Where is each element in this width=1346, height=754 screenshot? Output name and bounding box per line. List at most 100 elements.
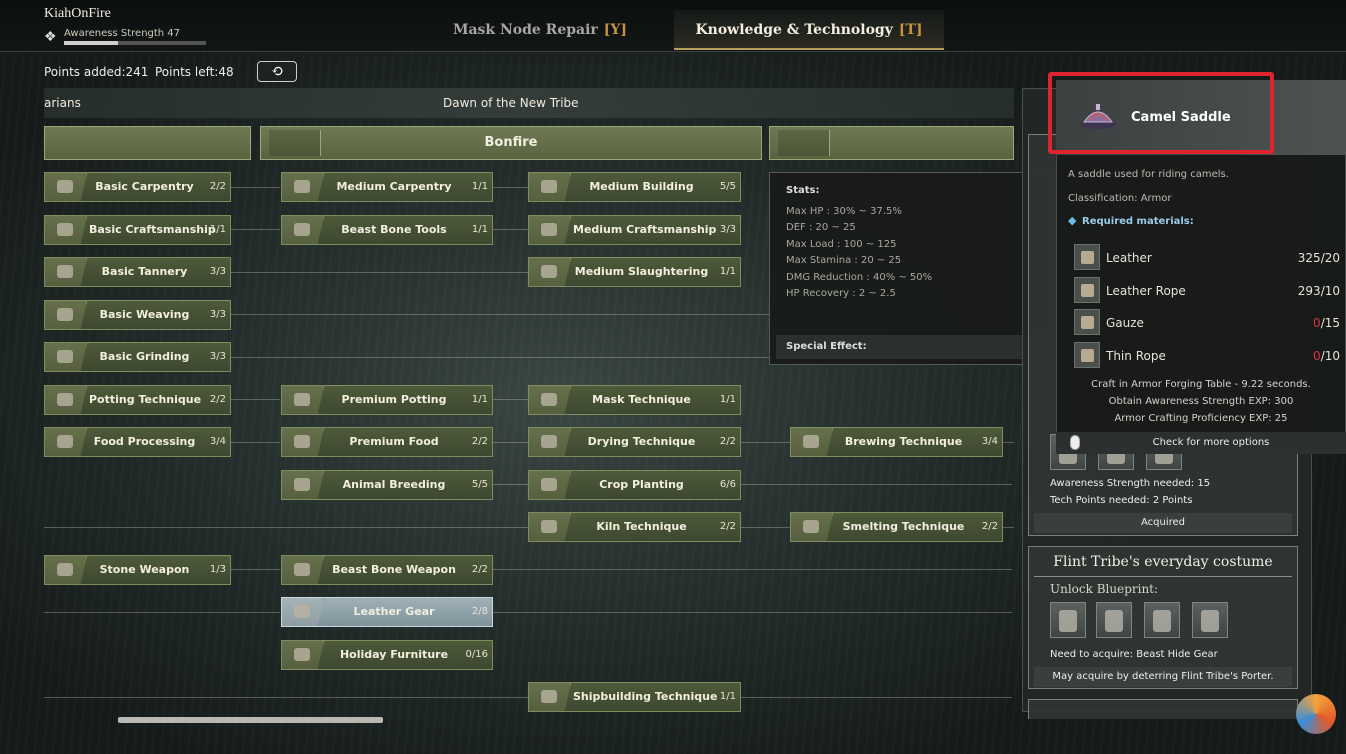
tech-node-kiln-technique[interactable]: Kiln Technique 2/2: [528, 512, 741, 542]
tech-node-basic-tannery[interactable]: Basic Tannery 3/3: [44, 257, 231, 287]
tech-node-basic-craftsmanship[interactable]: Basic Craftsmanship 1/1: [44, 215, 231, 245]
points-added: Points added:241: [44, 65, 149, 79]
item-description: A saddle used for riding camels.: [1068, 169, 1229, 180]
connector-line: [740, 697, 1012, 698]
diamond-icon: ◆: [1068, 214, 1077, 227]
stone-weapon-icon: [45, 556, 87, 584]
blueprint-leggings-icon[interactable]: [1192, 602, 1228, 638]
stat-line: Max HP : 30% ~ 37.5%: [786, 206, 902, 217]
app-logo-icon: [1296, 694, 1336, 734]
craft-info: Armor Crafting Proficiency EXP: 25: [1114, 413, 1288, 424]
tannery-icon: [45, 258, 87, 286]
connector-line: [492, 399, 528, 400]
weaving-icon: [45, 301, 87, 329]
tech-node-drying-technique[interactable]: Drying Technique 2/2: [528, 427, 741, 457]
tech-node-medium-carpentry[interactable]: Medium Carpentry 1/1: [281, 172, 493, 202]
item-classification: Classification: Armor: [1068, 193, 1172, 204]
tech-node-crop-planting[interactable]: Crop Planting 6/6: [528, 470, 741, 500]
tech-node-basic-carpentry[interactable]: Basic Carpentry 2/2: [44, 172, 231, 202]
pottery-icon: [282, 386, 324, 414]
tech-node-premium-potting[interactable]: Premium Potting 1/1: [281, 385, 493, 415]
tech-node-potting-technique[interactable]: Potting Technique 2/2: [44, 385, 231, 415]
carpentry-icon: [45, 173, 87, 201]
material-count: 293/10: [1297, 284, 1340, 298]
horizontal-scrollbar[interactable]: [118, 717, 383, 723]
craftsmanship-icon: [529, 216, 571, 244]
tab-label: Mask Node Repair: [452, 22, 598, 38]
tech-node-stone-weapon[interactable]: Stone Weapon 1/3: [44, 555, 231, 585]
spear-icon: [282, 556, 324, 584]
tech-node-basic-grinding[interactable]: Basic Grinding 3/3: [44, 342, 231, 372]
tab-hotkey: [Y]: [603, 22, 628, 38]
category-header-right[interactable]: [769, 126, 1014, 160]
costume-card-title: Flint Tribe's everyday costume: [1053, 554, 1273, 570]
boat-icon: [529, 683, 571, 711]
gauze-icon: [1074, 309, 1100, 335]
divider: [1034, 576, 1292, 577]
connector-line: [230, 569, 280, 570]
category-header-bonfire[interactable]: Bonfire: [260, 126, 762, 160]
material-name: Gauze: [1106, 316, 1144, 330]
food-icon: [282, 428, 324, 456]
awareness-strength-label: Awareness Strength 47: [64, 28, 181, 39]
tab-mask-node-repair[interactable]: Mask Node Repair [Y]: [418, 10, 662, 50]
drying-rack-icon: [529, 428, 571, 456]
tech-node-medium-building[interactable]: Medium Building 5/5: [528, 172, 741, 202]
era-previous-label: arians: [44, 96, 81, 110]
brewing-icon: [791, 428, 833, 456]
connector-line: [44, 612, 280, 613]
connector-line: [230, 187, 280, 188]
material-name: Thin Rope: [1106, 349, 1166, 363]
blueprint-armor-icon[interactable]: [1050, 602, 1086, 638]
connector-line: [230, 272, 528, 273]
stat-line: HP Recovery : 2 ~ 2.5: [786, 288, 896, 299]
craft-info: Obtain Awareness Strength EXP: 300: [1108, 396, 1294, 407]
tech-node-mask-technique[interactable]: Mask Technique 1/1: [528, 385, 741, 415]
reset-points-button[interactable]: ⟲: [257, 61, 297, 82]
player-name: KiahOnFire: [44, 6, 111, 21]
connector-line: [44, 697, 528, 698]
refresh-icon: ⟲: [270, 62, 284, 80]
food-icon: [45, 428, 87, 456]
era-current-label: Dawn of the New Tribe: [443, 96, 579, 110]
blueprint-gloves-icon[interactable]: [1096, 602, 1132, 638]
special-effect-label: Special Effect:: [786, 341, 867, 352]
craftsmanship-icon: [45, 216, 87, 244]
tech-node-leather-gear[interactable]: Leather Gear 2/8: [281, 597, 493, 627]
tech-node-smelting-technique[interactable]: Smelting Technique 2/2: [790, 512, 1003, 542]
next-card: [1028, 699, 1298, 719]
bone-tool-icon: [282, 216, 324, 244]
connector-line: [230, 229, 280, 230]
tech-points-needed: Tech Points needed: 2 Points: [1050, 495, 1193, 506]
thin-rope-icon: [1074, 342, 1100, 368]
rope-icon: [1074, 277, 1100, 303]
tech-node-animal-breeding[interactable]: Animal Breeding 5/5: [281, 470, 493, 500]
tech-node-medium-slaughtering[interactable]: Medium Slaughtering 1/1: [528, 257, 741, 287]
check-more-options[interactable]: Check for more options: [1056, 437, 1346, 448]
category-label: Bonfire: [484, 135, 538, 150]
need-to-acquire: Need to acquire: Beast Hide Gear: [1050, 649, 1218, 660]
building-icon: [529, 173, 571, 201]
mask-icon: [529, 386, 571, 414]
tech-node-premium-food[interactable]: Premium Food 2/2: [281, 427, 493, 457]
animal-icon: [282, 471, 324, 499]
tech-node-beast-bone-tools[interactable]: Beast Bone Tools 1/1: [281, 215, 493, 245]
tech-node-shipbuilding-technique[interactable]: Shipbuilding Technique 1/1: [528, 682, 741, 712]
tech-node-food-processing[interactable]: Food Processing 3/4: [44, 427, 231, 457]
tech-node-medium-craftsmanship[interactable]: Medium Craftsmanship 3/3: [528, 215, 741, 245]
required-materials-label: Required materials:: [1082, 216, 1194, 227]
material-count: 0/10: [1313, 349, 1340, 363]
leather-gear-icon: [282, 598, 324, 626]
blueprint-skirt-icon[interactable]: [1144, 602, 1180, 638]
material-count: 0/15: [1313, 316, 1340, 330]
tab-knowledge-technology[interactable]: Knowledge & Technology [T]: [674, 10, 944, 50]
tech-node-basic-weaving[interactable]: Basic Weaving 3/3: [44, 300, 231, 330]
tech-node-brewing-technique[interactable]: Brewing Technique 3/4: [790, 427, 1003, 457]
category-header-left[interactable]: [44, 126, 251, 160]
stat-line: Max Load : 100 ~ 125: [786, 239, 897, 250]
tech-node-holiday-furniture[interactable]: Holiday Furniture 0/16: [281, 640, 493, 670]
connector-line: [740, 527, 790, 528]
tech-node-beast-bone-weapon[interactable]: Beast Bone Weapon 2/2: [281, 555, 493, 585]
acquired-status: Acquired: [1140, 517, 1186, 528]
awareness-icon: ❖: [44, 29, 57, 45]
